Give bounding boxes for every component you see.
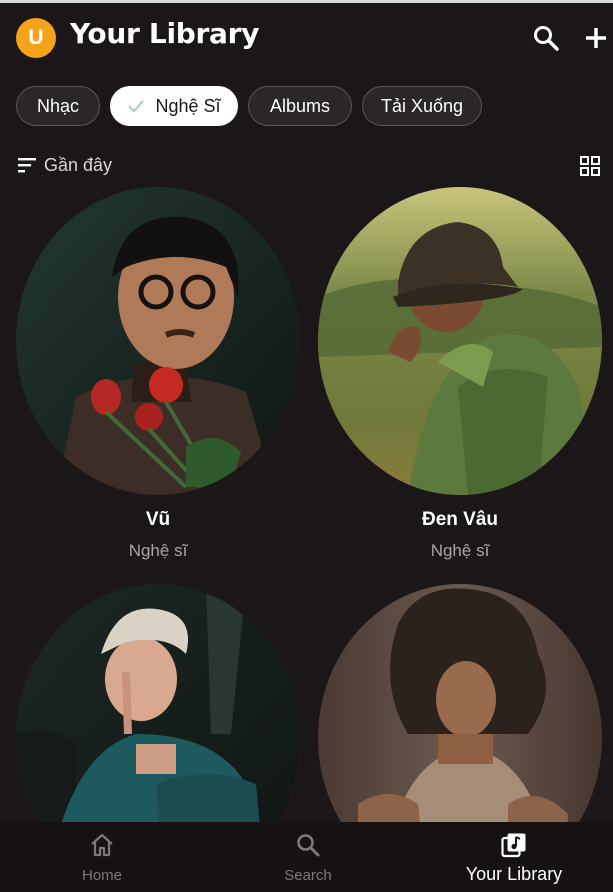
nav-home[interactable]: Home bbox=[0, 822, 204, 892]
search-icon[interactable] bbox=[531, 23, 561, 53]
artist-photo bbox=[16, 187, 300, 495]
app-header: U Your Library bbox=[0, 3, 613, 71]
sort-label: Gần đây bbox=[44, 154, 113, 175]
plus-icon[interactable] bbox=[581, 23, 611, 53]
nav-your-library[interactable]: Your Library bbox=[412, 822, 613, 892]
chip-label: Albums bbox=[269, 95, 331, 116]
chip-label: Nhạc bbox=[36, 95, 80, 116]
nav-search[interactable]: Search bbox=[206, 822, 410, 892]
artist-subtitle: Nghệ sĩ bbox=[430, 541, 490, 560]
nav-label: Your Library bbox=[465, 864, 563, 884]
artist-photo bbox=[318, 187, 602, 495]
chip-albums[interactable]: Albums bbox=[248, 86, 352, 126]
nav-label: Search bbox=[284, 867, 332, 884]
nav-label: Home bbox=[81, 867, 122, 884]
artist-name: Vũ bbox=[145, 509, 171, 530]
profile-avatar[interactable]: U bbox=[16, 18, 56, 58]
page-title: Your Library bbox=[70, 17, 260, 50]
home-icon bbox=[91, 833, 113, 857]
grid-view-icon[interactable] bbox=[579, 155, 601, 177]
sort-button[interactable]: Gần đây bbox=[16, 153, 112, 177]
chip-tai-xuong[interactable]: Tải Xuống bbox=[362, 86, 482, 126]
search-icon bbox=[297, 834, 320, 857]
artist-subtitle: Nghệ sĩ bbox=[128, 541, 188, 560]
chip-label: Nghệ Sĩ bbox=[155, 95, 221, 116]
artist-name: Đen Vâu bbox=[421, 509, 499, 530]
check-icon bbox=[128, 100, 145, 113]
bottom-navigation: Home Search Your Library bbox=[0, 822, 613, 892]
chip-nhac[interactable]: Nhạc bbox=[16, 86, 100, 126]
chip-label: Tải Xuống bbox=[380, 95, 464, 116]
library-icon bbox=[501, 833, 526, 858]
chip-nghe-si[interactable]: Nghệ Sĩ bbox=[110, 86, 238, 126]
sort-lines-icon bbox=[18, 158, 36, 173]
